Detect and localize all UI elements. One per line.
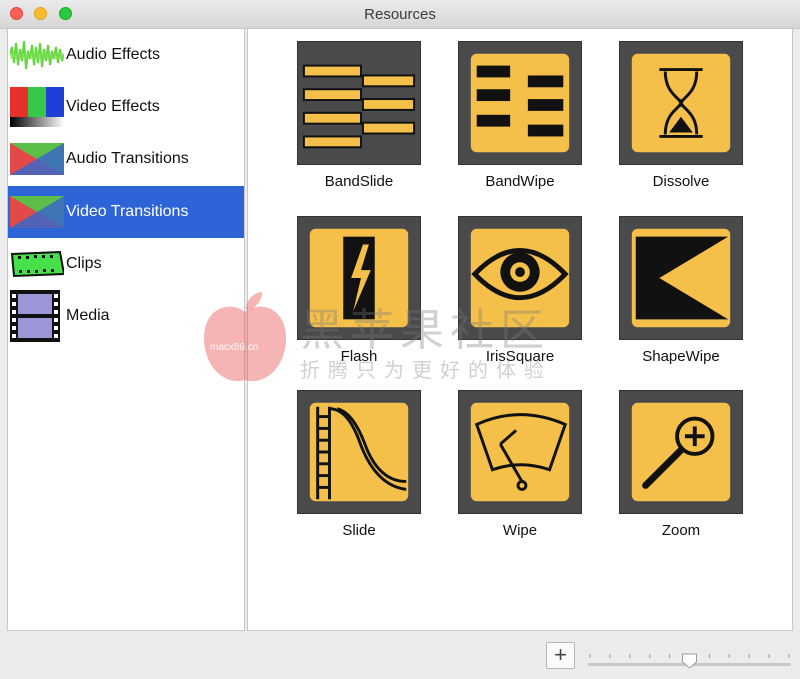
lightning-icon xyxy=(297,216,421,340)
sidebar-item-label: Clips xyxy=(66,255,102,272)
transition-label: Dissolve xyxy=(652,173,710,190)
transition-label: IrisSquare xyxy=(485,348,555,365)
film-clip-icon xyxy=(10,250,64,278)
sidebar-item-label: Media xyxy=(66,307,110,324)
category-list: Audio Effects Video Effects Audio Transi… xyxy=(7,28,245,631)
shape-wipe-icon xyxy=(619,216,743,340)
transition-tile-bandwipe[interactable]: BandWipe xyxy=(424,41,584,211)
transition-label: Slide xyxy=(342,522,376,539)
bottom-toolbar: + xyxy=(0,632,800,679)
transition-triangles-icon xyxy=(10,196,64,228)
transition-tile-bandslide[interactable]: BandSlide xyxy=(263,41,423,211)
transition-tile-shapewipe[interactable]: ShapeWipe xyxy=(585,216,745,386)
window-title: Resources xyxy=(364,6,436,23)
sidebar-item-media[interactable]: Media xyxy=(8,290,244,342)
zoom-slider[interactable] xyxy=(588,644,791,668)
transition-tile-flash[interactable]: Flash xyxy=(263,216,423,386)
transition-tile-zoom[interactable]: Zoom xyxy=(585,390,745,560)
slide-icon xyxy=(297,390,421,514)
sidebar-item-audio-effects[interactable]: Audio Effects xyxy=(8,29,244,81)
transition-label: Wipe xyxy=(502,522,538,539)
sidebar-item-label: Video Effects xyxy=(66,98,160,115)
add-button[interactable]: + xyxy=(546,642,575,669)
sidebar-item-video-effects[interactable]: Video Effects xyxy=(8,81,244,133)
filmstrip-icon xyxy=(10,290,60,342)
transitions-grid: BandSlide BandWipe Dissolve Flash IrisSq… xyxy=(247,28,793,631)
sidebar-item-clips[interactable]: Clips xyxy=(8,238,244,290)
transition-label: BandWipe xyxy=(485,173,555,190)
bandwipe-icon xyxy=(458,41,582,165)
zoom-icon xyxy=(619,390,743,514)
color-bars-icon xyxy=(10,87,64,127)
hourglass-icon xyxy=(619,41,743,165)
transition-tile-wipe[interactable]: Wipe xyxy=(424,390,584,560)
sidebar-item-label: Audio Transitions xyxy=(66,150,189,167)
transition-label: Zoom xyxy=(661,522,701,539)
wiper-icon xyxy=(458,390,582,514)
sidebar-item-label: Video Transitions xyxy=(66,203,189,220)
title-bar[interactable]: Resources xyxy=(0,0,800,29)
sidebar-item-audio-transitions[interactable]: Audio Transitions xyxy=(8,133,244,185)
transition-label: ShapeWipe xyxy=(642,348,720,365)
sidebar-item-video-transitions[interactable]: Video Transitions xyxy=(8,186,244,238)
bandslide-icon xyxy=(297,41,421,165)
transition-label: Flash xyxy=(340,348,378,365)
transition-triangles-icon xyxy=(10,143,64,175)
sidebar-item-label: Audio Effects xyxy=(66,46,160,63)
transition-tile-irissquare[interactable]: IrisSquare xyxy=(424,216,584,386)
audio-waveform-icon xyxy=(10,35,64,75)
eye-icon xyxy=(458,216,582,340)
transition-label: BandSlide xyxy=(324,173,394,190)
transition-tile-slide[interactable]: Slide xyxy=(263,390,423,560)
transition-tile-dissolve[interactable]: Dissolve xyxy=(585,41,745,211)
resources-window: Resources Audio Effects Video Effects Au… xyxy=(0,0,800,679)
